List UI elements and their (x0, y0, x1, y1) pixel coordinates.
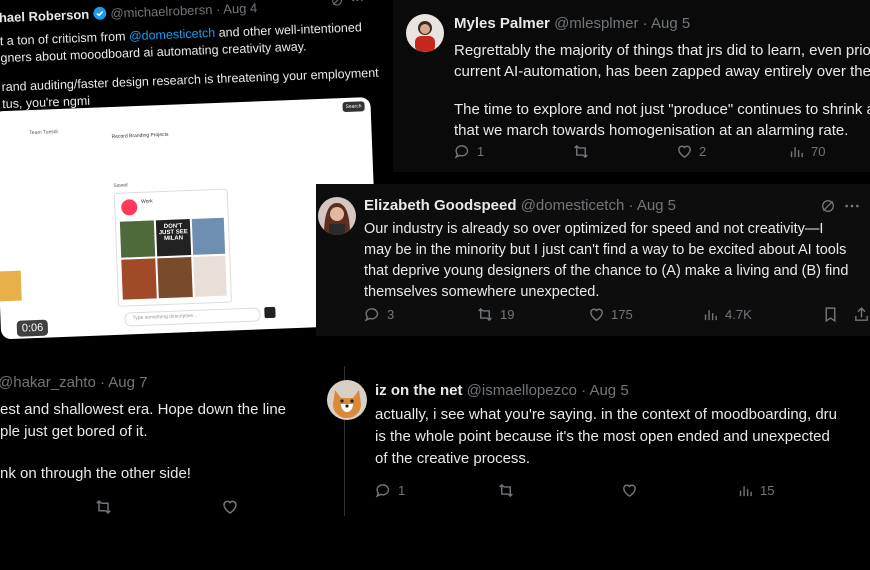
views-count: 4.7K (725, 307, 752, 322)
repost-icon[interactable] (94, 498, 113, 516)
repost-icon (499, 483, 513, 498)
views-count: 15 (760, 483, 775, 498)
avatar-palmer[interactable] (406, 14, 444, 52)
heart-icon (590, 308, 603, 322)
avatar-goodspeed[interactable] (318, 197, 356, 235)
tweet-date[interactable]: · Aug 5 (581, 382, 629, 399)
tweet-card-goodspeed[interactable]: Elizabeth Goodspeed @domesticetch · Aug … (316, 184, 870, 336)
reply-count: 3 (387, 307, 395, 322)
tweet-text-line: current AI-automation, has been zapped a… (454, 63, 870, 80)
tweet-card-palmer[interactable]: Myles Palmer @mlesplmer · Aug 5 Regretta… (393, 0, 870, 172)
repost-icon (478, 307, 492, 322)
author-name[interactable]: Elizabeth Goodspeed (364, 197, 517, 214)
tweet-date[interactable]: · Aug 5 (628, 197, 676, 214)
embed-team-label: Team Tuesdi (29, 129, 58, 137)
tweet-text-line: Our industry is already so over optimize… (364, 221, 824, 237)
bookmark-icon[interactable] (822, 306, 839, 323)
reply-button[interactable]: 1 (375, 482, 497, 499)
video-time: 0:06 (16, 319, 49, 337)
embed-project-title: Record Branding Projects (111, 131, 169, 140)
views-icon (704, 310, 717, 321)
tweet-date[interactable]: · Aug 7 (100, 374, 148, 391)
embed-photo (191, 217, 226, 255)
views-icon (739, 486, 752, 497)
heart-icon (678, 145, 691, 159)
tweet-text-line: nk on through the other side! (0, 465, 191, 482)
tweet-text-line: actually, i see what you're saying. in t… (375, 406, 838, 423)
like-button[interactable]: 175 (588, 306, 702, 323)
like-button[interactable] (621, 482, 737, 499)
author-handle[interactable]: @ismaellopezco (467, 382, 577, 399)
embed-side-thumb (0, 270, 22, 302)
views-count: 70 (811, 144, 826, 159)
views-button[interactable]: 70 (788, 143, 825, 160)
like-count: 2 (699, 144, 707, 159)
author-handle[interactable]: @mlesplmer (554, 15, 638, 32)
embed-send-button (264, 306, 276, 319)
repost-button[interactable] (572, 143, 676, 160)
tweet-text-line: of the creative process. (375, 450, 531, 467)
embed-airbnb-logo (121, 199, 138, 216)
tweet-text-line: is the whole point because it's the most… (375, 428, 830, 445)
views-icon (790, 147, 803, 158)
tweet-text-line: Regrettably the majority of things that … (454, 42, 870, 59)
tweet-text-line: that deprive young designers of the chan… (364, 263, 849, 279)
reply-icon (375, 484, 390, 498)
like-button[interactable]: 2 (676, 143, 788, 160)
embed-card-title: Work (140, 198, 153, 205)
author-handle[interactable]: @hakar_zahto (0, 374, 96, 391)
grok-icon[interactable] (820, 198, 836, 214)
embed-search-button: Search (342, 101, 365, 113)
views-button[interactable]: 15 (737, 482, 774, 499)
author-name[interactable]: Myles Palmer (454, 15, 550, 32)
avatar-iz[interactable] (327, 380, 367, 420)
reply-count: 1 (477, 144, 485, 159)
reply-button[interactable]: 1 (454, 143, 572, 160)
tweet-text-line: that we march towards homogenisation at … (454, 122, 849, 139)
tweet-text-line: The time to explore and not just "produc… (454, 101, 870, 118)
heart-icon[interactable] (221, 498, 239, 516)
more-icon[interactable] (350, 0, 364, 7)
embed-photo (121, 258, 157, 300)
reply-icon (454, 145, 469, 159)
verified-badge-icon (93, 6, 107, 20)
embed-section-label: Saved (113, 182, 128, 189)
heart-icon (623, 484, 636, 498)
grok-icon[interactable] (330, 0, 343, 7)
repost-button[interactable]: 19 (476, 306, 588, 323)
tweet-card-iz[interactable]: iz on the net @ismaellopezco · Aug 5 act… (327, 366, 870, 516)
reply-button[interactable]: 3 (364, 306, 476, 323)
author-name[interactable]: iz on the net (375, 382, 463, 399)
repost-icon (574, 144, 588, 159)
tweet-text-line: themselves somewhere unexpected. (364, 284, 600, 300)
tweet-card-zahto[interactable]: @hakar_zahto · Aug 7 est and shallowest … (0, 362, 330, 522)
like-count: 175 (611, 307, 633, 322)
mention-link[interactable]: @domesticetch (129, 26, 216, 43)
embed-photo (157, 257, 193, 299)
reply-icon (364, 308, 379, 322)
repost-count: 19 (500, 307, 515, 322)
more-icon[interactable] (844, 198, 860, 214)
author-handle[interactable]: @domesticetch (521, 197, 625, 214)
tweet-text-line: est and shallowest era. Hope down the li… (0, 401, 287, 418)
embed-tile-text: DON'T JUST SEE MILAN (155, 219, 192, 257)
author-name[interactable]: hael Roberson (0, 7, 89, 25)
views-button[interactable]: 4.7K (702, 306, 822, 323)
reply-count: 1 (398, 483, 406, 498)
author-handle[interactable]: @michaelrobersn (110, 2, 213, 21)
tweet-text-line: may be in the minority but I just can't … (364, 242, 847, 258)
tweet-date[interactable]: · Aug 4 (216, 0, 258, 17)
share-icon[interactable] (853, 306, 870, 323)
embed-photo (119, 220, 156, 258)
embed-card: Work DON'T JUST SEE MILAN (113, 188, 233, 307)
embed-photo (193, 255, 227, 297)
repost-button[interactable] (497, 482, 621, 499)
tweet-text-line: ple just get bored of it. (0, 423, 148, 440)
tweet-date[interactable]: · Aug 5 (643, 15, 691, 32)
